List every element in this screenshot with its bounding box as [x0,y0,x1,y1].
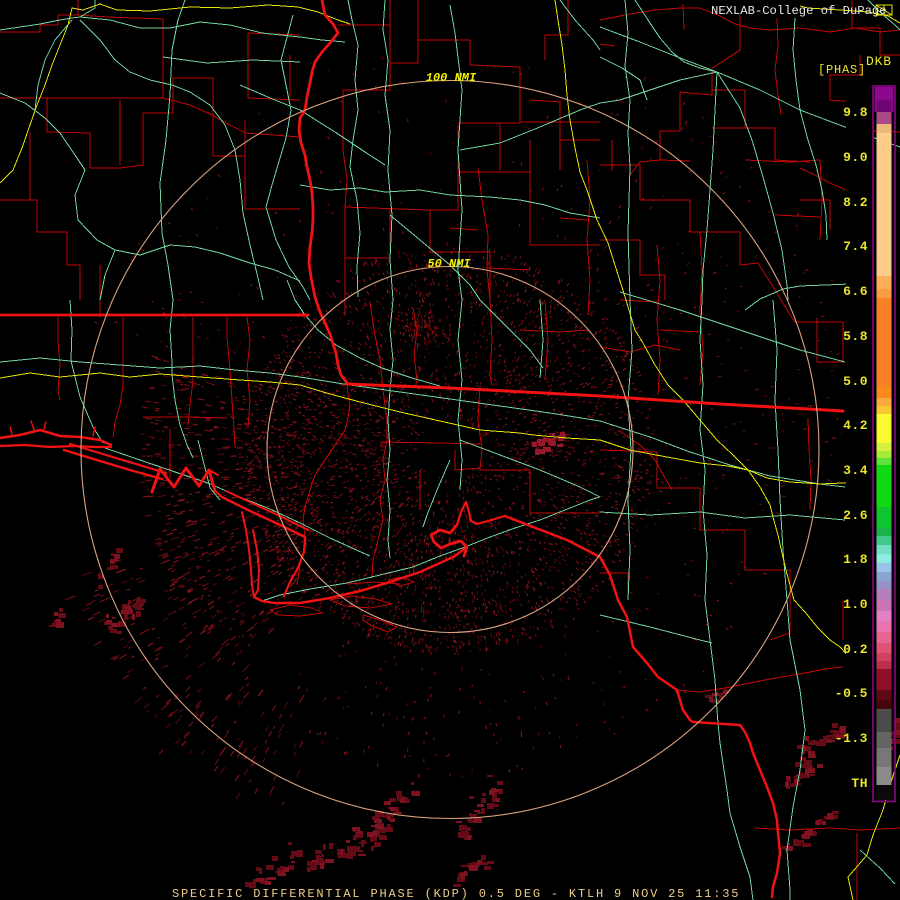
svg-text:DKB: DKB [866,54,892,69]
svg-text:NEXLAB-College of DuPage: NEXLAB-College of DuPage [711,4,887,18]
svg-text:1.8: 1.8 [843,552,868,567]
svg-text:8.2: 8.2 [843,195,868,210]
svg-text:100 NMI: 100 NMI [426,71,477,85]
svg-text:7.4: 7.4 [843,239,868,254]
svg-text:[PHAS]: [PHAS] [818,63,866,77]
svg-text:5.8: 5.8 [843,329,868,344]
svg-text:TH: TH [851,776,868,791]
svg-text:4.2: 4.2 [843,418,868,433]
svg-text:2.6: 2.6 [843,508,868,523]
svg-text:-1.3: -1.3 [835,731,868,746]
svg-text:9.0: 9.0 [843,150,868,165]
svg-text:5.0: 5.0 [843,374,868,389]
svg-text:6.6: 6.6 [843,284,868,299]
svg-text:-0.5: -0.5 [835,686,868,701]
svg-text:3.4: 3.4 [843,463,868,478]
svg-text:SPECIFIC DIFFERENTIAL PHASE (K: SPECIFIC DIFFERENTIAL PHASE (KDP) 0.5 DE… [172,887,740,900]
svg-text:50 NMI: 50 NMI [427,257,471,271]
svg-text:9.8: 9.8 [843,105,868,120]
svg-text:0.2: 0.2 [843,642,868,657]
svg-text:1.0: 1.0 [843,597,868,612]
